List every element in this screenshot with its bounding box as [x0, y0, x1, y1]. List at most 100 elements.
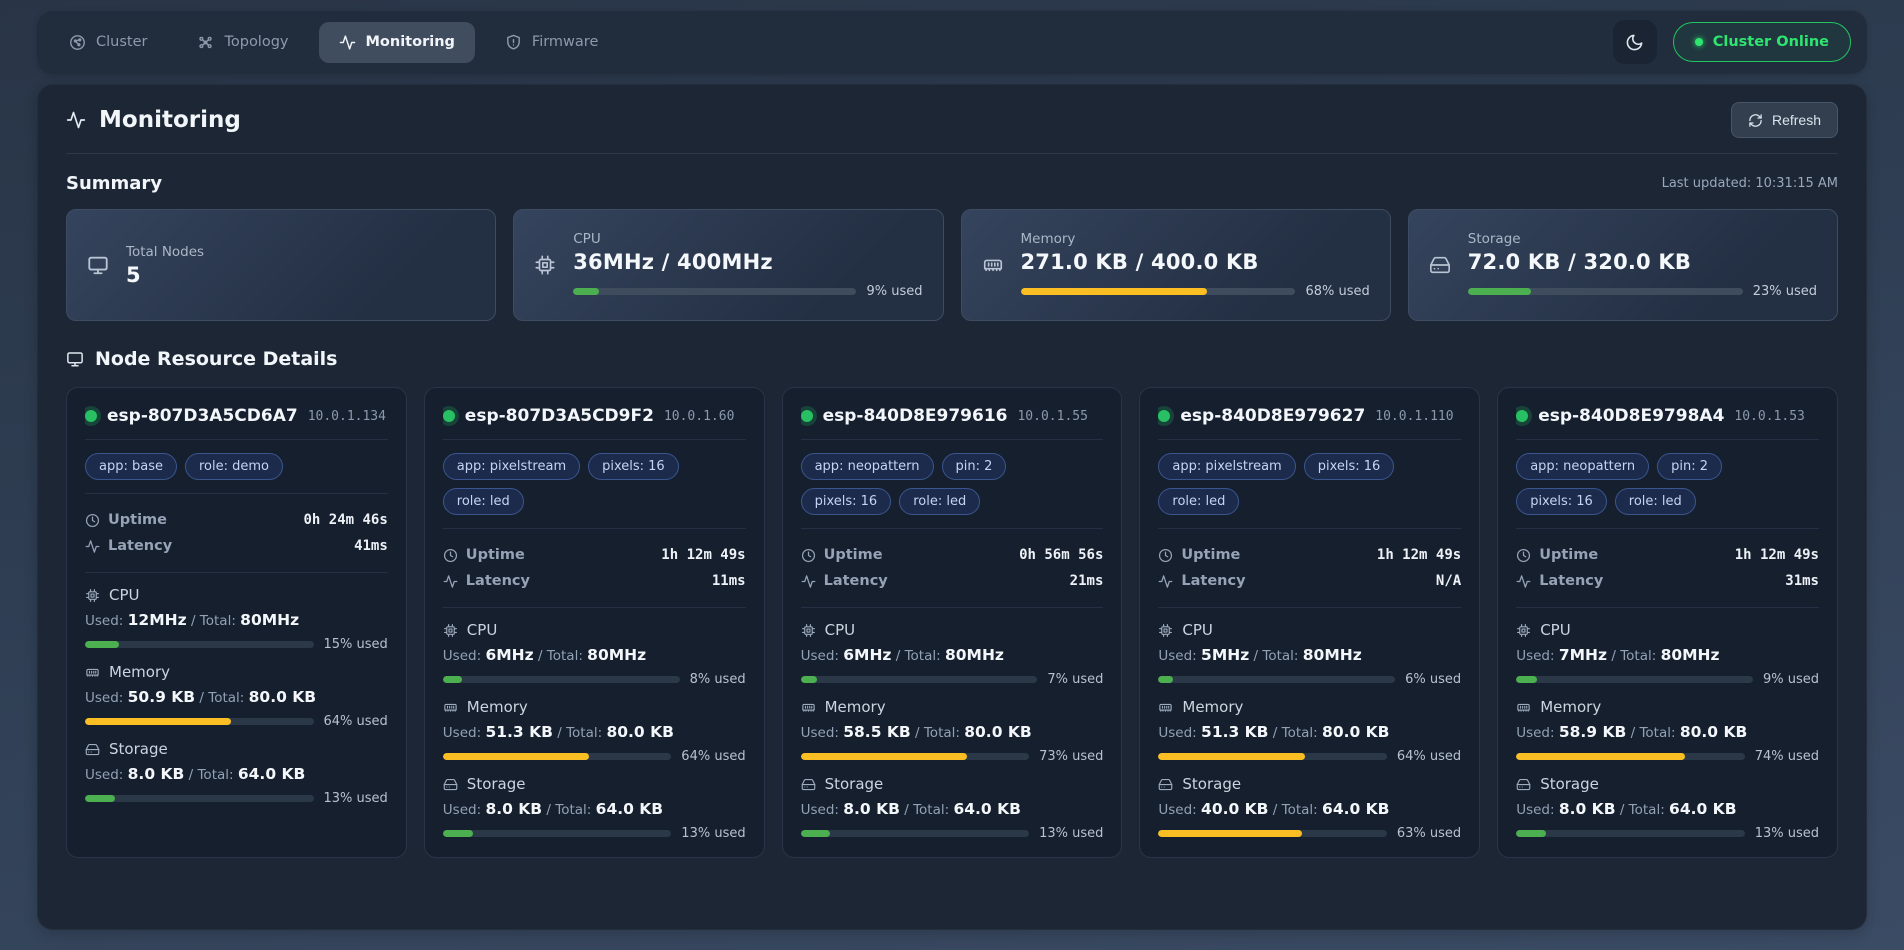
- refresh-button[interactable]: Refresh: [1731, 102, 1838, 138]
- progress-row: 9% used: [1516, 672, 1819, 687]
- tag-badge: role: led: [1158, 488, 1239, 515]
- metric-row: Uptime 1h 12m 49s: [443, 542, 746, 568]
- resource-total-value: 80MHz: [1661, 646, 1720, 664]
- nav-tab[interactable]: Cluster: [49, 22, 167, 63]
- nav-tab[interactable]: Topology: [177, 22, 308, 63]
- progress-row: 13% used: [443, 826, 746, 841]
- progress-percent-label: 9% used: [866, 284, 922, 299]
- tag-badge: app: pixelstream: [1158, 453, 1295, 480]
- progress-track: [443, 753, 672, 760]
- resource-section: Storage Used: 8.0 KB / Total: 64.0 KB: [801, 775, 1104, 841]
- node-card-header: esp-807D3A5CD9F2 10.0.1.60: [443, 406, 746, 426]
- progress-row: 13% used: [801, 826, 1104, 841]
- progress-track: [1158, 753, 1387, 760]
- progress-row: 68% used: [1021, 284, 1370, 299]
- progress-bar: [1516, 753, 1685, 760]
- hard-drive-icon: [1516, 777, 1531, 792]
- resource-used-value: 6MHz: [485, 646, 533, 664]
- resource-kind: Memory: [1540, 698, 1601, 716]
- refresh-icon: [1748, 113, 1763, 128]
- page-title: Monitoring: [66, 107, 241, 133]
- resource-total-value: 80MHz: [1303, 646, 1362, 664]
- node-ip: 10.0.1.53: [1734, 409, 1804, 424]
- theme-toggle-button[interactable]: [1613, 20, 1657, 64]
- nav-tab[interactable]: Monitoring: [319, 22, 475, 63]
- progress-track: [443, 676, 680, 683]
- node-resources: CPU Used: 7MHz / Total: 80MHz: [1516, 610, 1819, 841]
- cpu-icon: [85, 588, 100, 603]
- metric-value: 0h 56m 56s: [1019, 547, 1103, 563]
- resource-usage-line: Used: 5MHz / Total: 80MHz: [1158, 646, 1461, 664]
- progress-row: 13% used: [85, 791, 388, 806]
- resource-total-value: 64.0 KB: [596, 800, 663, 818]
- progress-bar: [1516, 830, 1546, 837]
- resource-section: CPU Used: 12MHz / Total: 80MHz: [85, 586, 388, 652]
- resource-usage-line: Used: 8.0 KB / Total: 64.0 KB: [443, 800, 746, 818]
- node-tags: app: baserole: demo: [85, 453, 388, 480]
- progress-row: 64% used: [443, 749, 746, 764]
- activity-icon: [443, 574, 458, 589]
- resource-section: Memory Used: 51.3 KB / Total: 80.0 KB: [1158, 698, 1461, 764]
- memory-icon: [982, 254, 1004, 276]
- metric-label-text: Uptime: [1181, 547, 1240, 563]
- node-ip: 10.0.1.55: [1017, 409, 1087, 424]
- node-resources: CPU Used: 12MHz / Total: 80MHz: [85, 575, 388, 806]
- node-online-dot-icon: [1158, 410, 1170, 422]
- node-divider: [85, 572, 388, 573]
- activity-icon: [85, 539, 100, 554]
- node-online-dot-icon: [443, 410, 455, 422]
- memory-icon: [443, 700, 458, 715]
- activity-icon: [801, 574, 816, 589]
- resource-usage-line: Used: 6MHz / Total: 80MHz: [443, 646, 746, 664]
- node-name: esp-807D3A5CD9F2: [465, 406, 654, 426]
- resource-usage-line: Used: 50.9 KB / Total: 80.0 KB: [85, 688, 388, 706]
- progress-percent-label: 73% used: [1039, 749, 1103, 764]
- resource-kind: Storage: [1540, 775, 1599, 793]
- progress-track: [573, 288, 856, 295]
- progress-percent-label: 13% used: [1755, 826, 1819, 841]
- hard-drive-icon: [1429, 254, 1451, 276]
- metric-row: Uptime 0h 24m 46s: [85, 507, 388, 533]
- node-resources: CPU Used: 6MHz / Total: 80MHz: [801, 610, 1104, 841]
- activity-icon: [1158, 574, 1173, 589]
- resource-kind: Storage: [109, 740, 168, 758]
- resource-usage-line: Used: 6MHz / Total: 80MHz: [801, 646, 1104, 664]
- node-metrics: Uptime 1h 12m 49s Latency N/A: [1158, 542, 1461, 594]
- progress-percent-label: 6% used: [1405, 672, 1461, 687]
- resource-section: Memory Used: 51.3 KB / Total: 80.0 KB: [443, 698, 746, 764]
- tag-badge: app: pixelstream: [443, 453, 580, 480]
- node-card: esp-807D3A5CD9F2 10.0.1.60 app: pixelstr…: [424, 387, 765, 858]
- progress-track: [1158, 676, 1395, 683]
- summary-card-value: 72.0 KB / 320.0 KB: [1468, 250, 1817, 274]
- resource-section: Memory Used: 58.5 KB / Total: 80.0 KB: [801, 698, 1104, 764]
- resource-section: CPU Used: 5MHz / Total: 80MHz: [1158, 621, 1461, 687]
- resource-usage-line: Used: 8.0 KB / Total: 64.0 KB: [85, 765, 388, 783]
- metric-value: 1h 12m 49s: [1735, 547, 1819, 563]
- resource-total-value: 64.0 KB: [238, 765, 305, 783]
- resource-total-value: 64.0 KB: [1669, 800, 1736, 818]
- resource-total-value: 64.0 KB: [953, 800, 1020, 818]
- node-tags: app: pixelstream pixels: 16 role: led: [1158, 453, 1461, 515]
- resource-total-value: 80.0 KB: [1680, 723, 1747, 741]
- metric-row: Latency 41ms: [85, 533, 388, 559]
- metric-row: Latency 31ms: [1516, 568, 1819, 594]
- memory-icon: [1516, 700, 1531, 715]
- metric-label-text: Latency: [108, 538, 172, 554]
- activity-icon: [1516, 574, 1531, 589]
- progress-track: [1158, 830, 1387, 837]
- resource-section: Memory Used: 58.9 KB / Total: 80.0 KB: [1516, 698, 1819, 764]
- resource-section: Storage Used: 40.0 KB / Total: 64.0 KB: [1158, 775, 1461, 841]
- progress-track: [1468, 288, 1743, 295]
- nav-tab[interactable]: Firmware: [485, 22, 618, 63]
- nav-tab-label: Firmware: [532, 34, 598, 50]
- resource-usage-line: Used: 12MHz / Total: 80MHz: [85, 611, 388, 629]
- resource-section: CPU Used: 6MHz / Total: 80MHz: [801, 621, 1104, 687]
- progress-bar: [85, 641, 119, 648]
- progress-bar: [443, 753, 589, 760]
- progress-bar: [801, 753, 968, 760]
- metric-value: 41ms: [354, 538, 388, 554]
- progress-row: 8% used: [443, 672, 746, 687]
- progress-row: 9% used: [573, 284, 922, 299]
- tag-badge: pixels: 16: [1304, 453, 1395, 480]
- resource-section: Memory Used: 50.9 KB / Total: 80.0 KB: [85, 663, 388, 729]
